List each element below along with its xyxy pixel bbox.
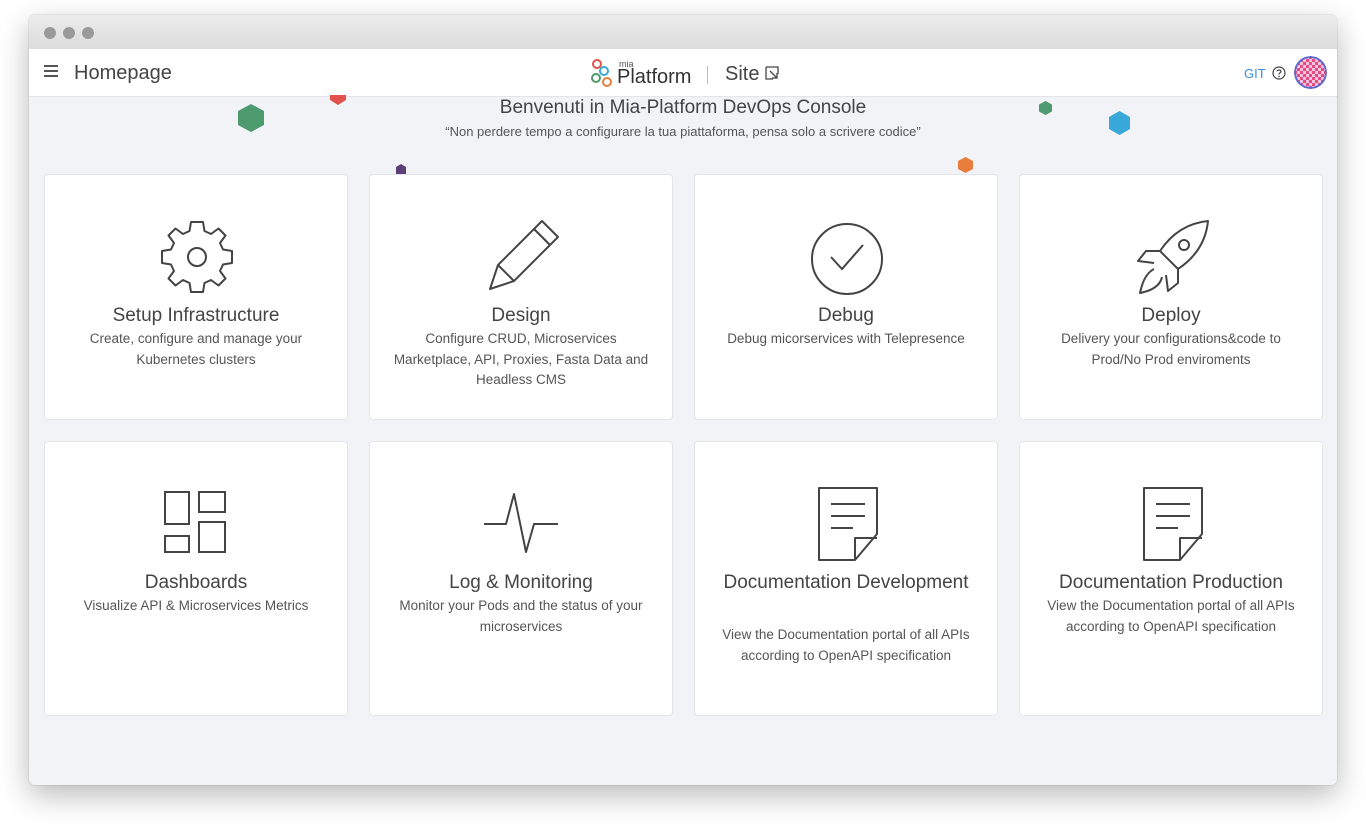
dashboard-grid-icon [164,491,226,553]
card-dashboards[interactable]: Dashboards Visualize API & Microservices… [44,441,348,716]
card-description: View the Documentation portal of all API… [1047,598,1295,634]
card-setup-infrastructure[interactable]: Setup Infrastructure Create, configure a… [44,174,348,420]
rocket-icon [1137,220,1209,294]
card-description: Configure CRUD, Microservices Marketplac… [393,331,649,387]
hamburger-menu-icon[interactable] [44,65,58,77]
card-deploy[interactable]: Deploy Delivery your configurations&code… [1019,174,1323,420]
card-title: Design [491,305,551,326]
welcome-title: Benvenuti in Mia-Platform DevOps Console [499,97,867,118]
window-minimize-dot[interactable] [63,27,75,39]
card-description: Create, configure and manage your Kubern… [89,331,303,367]
decorative-hexagon [330,95,346,105]
document-icon [1143,487,1203,561]
card-title: Debug [818,305,874,326]
user-avatar[interactable] [1294,56,1327,89]
card-title: Log & Monitoring [449,572,593,593]
window-titlebar [29,15,1337,50]
card-description: Delivery your configurations&code to Pro… [1061,331,1281,367]
decorative-hexagon [396,164,406,174]
card-description: View the Documentation portal of all API… [722,627,970,663]
card-title: Documentation Production [1059,572,1283,593]
brand-logo[interactable]: mia Platform [589,56,691,90]
gear-icon [161,221,233,293]
check-circle-icon [811,223,883,295]
help-icon[interactable] [1272,66,1286,80]
page-title: Homepage [74,62,172,84]
card-title: Documentation Development [723,572,969,593]
pencil-icon [489,220,559,290]
card-documentation-production[interactable]: Documentation Production View the Docume… [1019,441,1323,716]
site-label: Site [725,63,760,85]
brand-logo-icon [591,59,612,87]
card-description: Debug micorservices with Telepresence [727,331,965,346]
card-description: Monitor your Pods and the status of your… [399,598,643,634]
decorative-hexagon [1109,111,1130,135]
document-icon [818,487,878,561]
card-debug[interactable]: Debug Debug micorservices with Teleprese… [694,174,998,420]
brand-name: Platform [617,66,692,88]
pulse-icon [484,493,558,553]
top-navbar: Homepage mia Platform Site GIT [29,49,1337,97]
welcome-tagline: “Non perdere tempo a configurare la tua … [445,124,921,139]
card-design[interactable]: Design Configure CRUD, Microservices Mar… [369,174,673,420]
decorative-hexagon [1039,101,1052,115]
browser-window: Homepage mia Platform Site GIT Benvenuti… [29,15,1337,785]
external-link-icon[interactable] [765,66,779,80]
card-documentation-development[interactable]: Documentation Development View the Docum… [694,441,998,716]
window-close-dot[interactable] [44,27,56,39]
window-zoom-dot[interactable] [82,27,94,39]
brand-separator [707,66,708,84]
card-title: Setup Infrastructure [112,305,280,326]
decorative-hexagon [958,157,973,173]
git-link[interactable]: GIT [1244,66,1266,81]
card-title: Dashboards [144,572,248,593]
card-title: Deploy [1141,305,1201,326]
card-log-monitoring[interactable]: Log & Monitoring Monitor your Pods and t… [369,441,673,716]
card-description: Visualize API & Microservices Metrics [83,598,309,613]
decorative-hexagon [238,104,264,132]
